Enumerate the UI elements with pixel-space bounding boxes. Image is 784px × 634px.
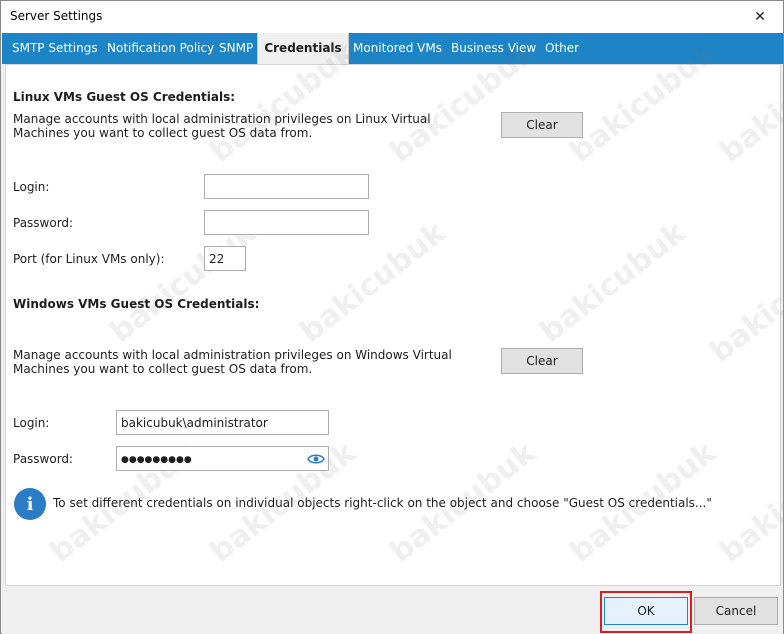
windows-clear-button[interactable]: Clear [501, 348, 583, 374]
windows-login-input[interactable] [116, 410, 329, 435]
windows-password-value: ●●●●●●●●● [121, 455, 192, 465]
linux-credentials-heading: Linux VMs Guest OS Credentials: [13, 90, 236, 104]
linux-password-label: Password: [13, 216, 74, 230]
info-text: To set different credentials on individu… [53, 496, 712, 510]
watermark: bakicubuk [103, 215, 263, 350]
tab-notification-policy[interactable]: Notification Policy [101, 33, 220, 64]
close-icon: ✕ [754, 8, 766, 25]
linux-password-input[interactable] [204, 210, 369, 235]
windows-password-field[interactable]: ●●●●●●●●● [116, 446, 329, 471]
close-button[interactable]: ✕ [737, 1, 783, 32]
tab-monitored-vms[interactable]: Monitored VMs [347, 33, 448, 64]
watermark: bakicubuk [703, 235, 784, 370]
watermark: bakicubuk [533, 215, 693, 350]
title-bar: Server Settings ✕ [1, 1, 783, 33]
linux-clear-button[interactable]: Clear [501, 112, 583, 138]
tab-smtp-settings[interactable]: SMTP Settings [6, 33, 104, 64]
windows-credentials-description: Manage accounts with local administratio… [13, 348, 452, 376]
tab-business-view[interactable]: Business View [445, 33, 542, 64]
windows-password-label: Password: [13, 452, 74, 466]
linux-login-label: Login: [13, 180, 50, 194]
info-icon: i [14, 488, 46, 520]
linux-port-label: Port (for Linux VMs only): [13, 252, 165, 266]
eye-icon[interactable] [307, 451, 325, 467]
server-settings-window: Server Settings ✕ SMTP Settings Notifica… [0, 0, 784, 634]
windows-login-label: Login: [13, 416, 50, 430]
tab-strip: SMTP Settings Notification Policy SNMP C… [2, 33, 783, 64]
watermark: bakicubuk [293, 215, 453, 350]
cancel-button[interactable]: Cancel [694, 597, 778, 625]
tab-other[interactable]: Other [539, 33, 585, 64]
linux-login-input[interactable] [204, 174, 369, 199]
linux-credentials-description: Manage accounts with local administratio… [13, 112, 431, 140]
window-title: Server Settings [10, 9, 103, 23]
linux-port-input[interactable] [204, 246, 246, 271]
tab-credentials[interactable]: Credentials [257, 33, 349, 64]
watermark: bakicubuk [713, 435, 784, 570]
tab-snmp[interactable]: SNMP [213, 33, 259, 64]
ok-highlight-box [600, 591, 692, 633]
windows-credentials-heading: Windows VMs Guest OS Credentials: [13, 297, 260, 311]
credentials-panel: bakicubuk bakicubuk bakicubuk bakicubuk … [5, 35, 784, 586]
